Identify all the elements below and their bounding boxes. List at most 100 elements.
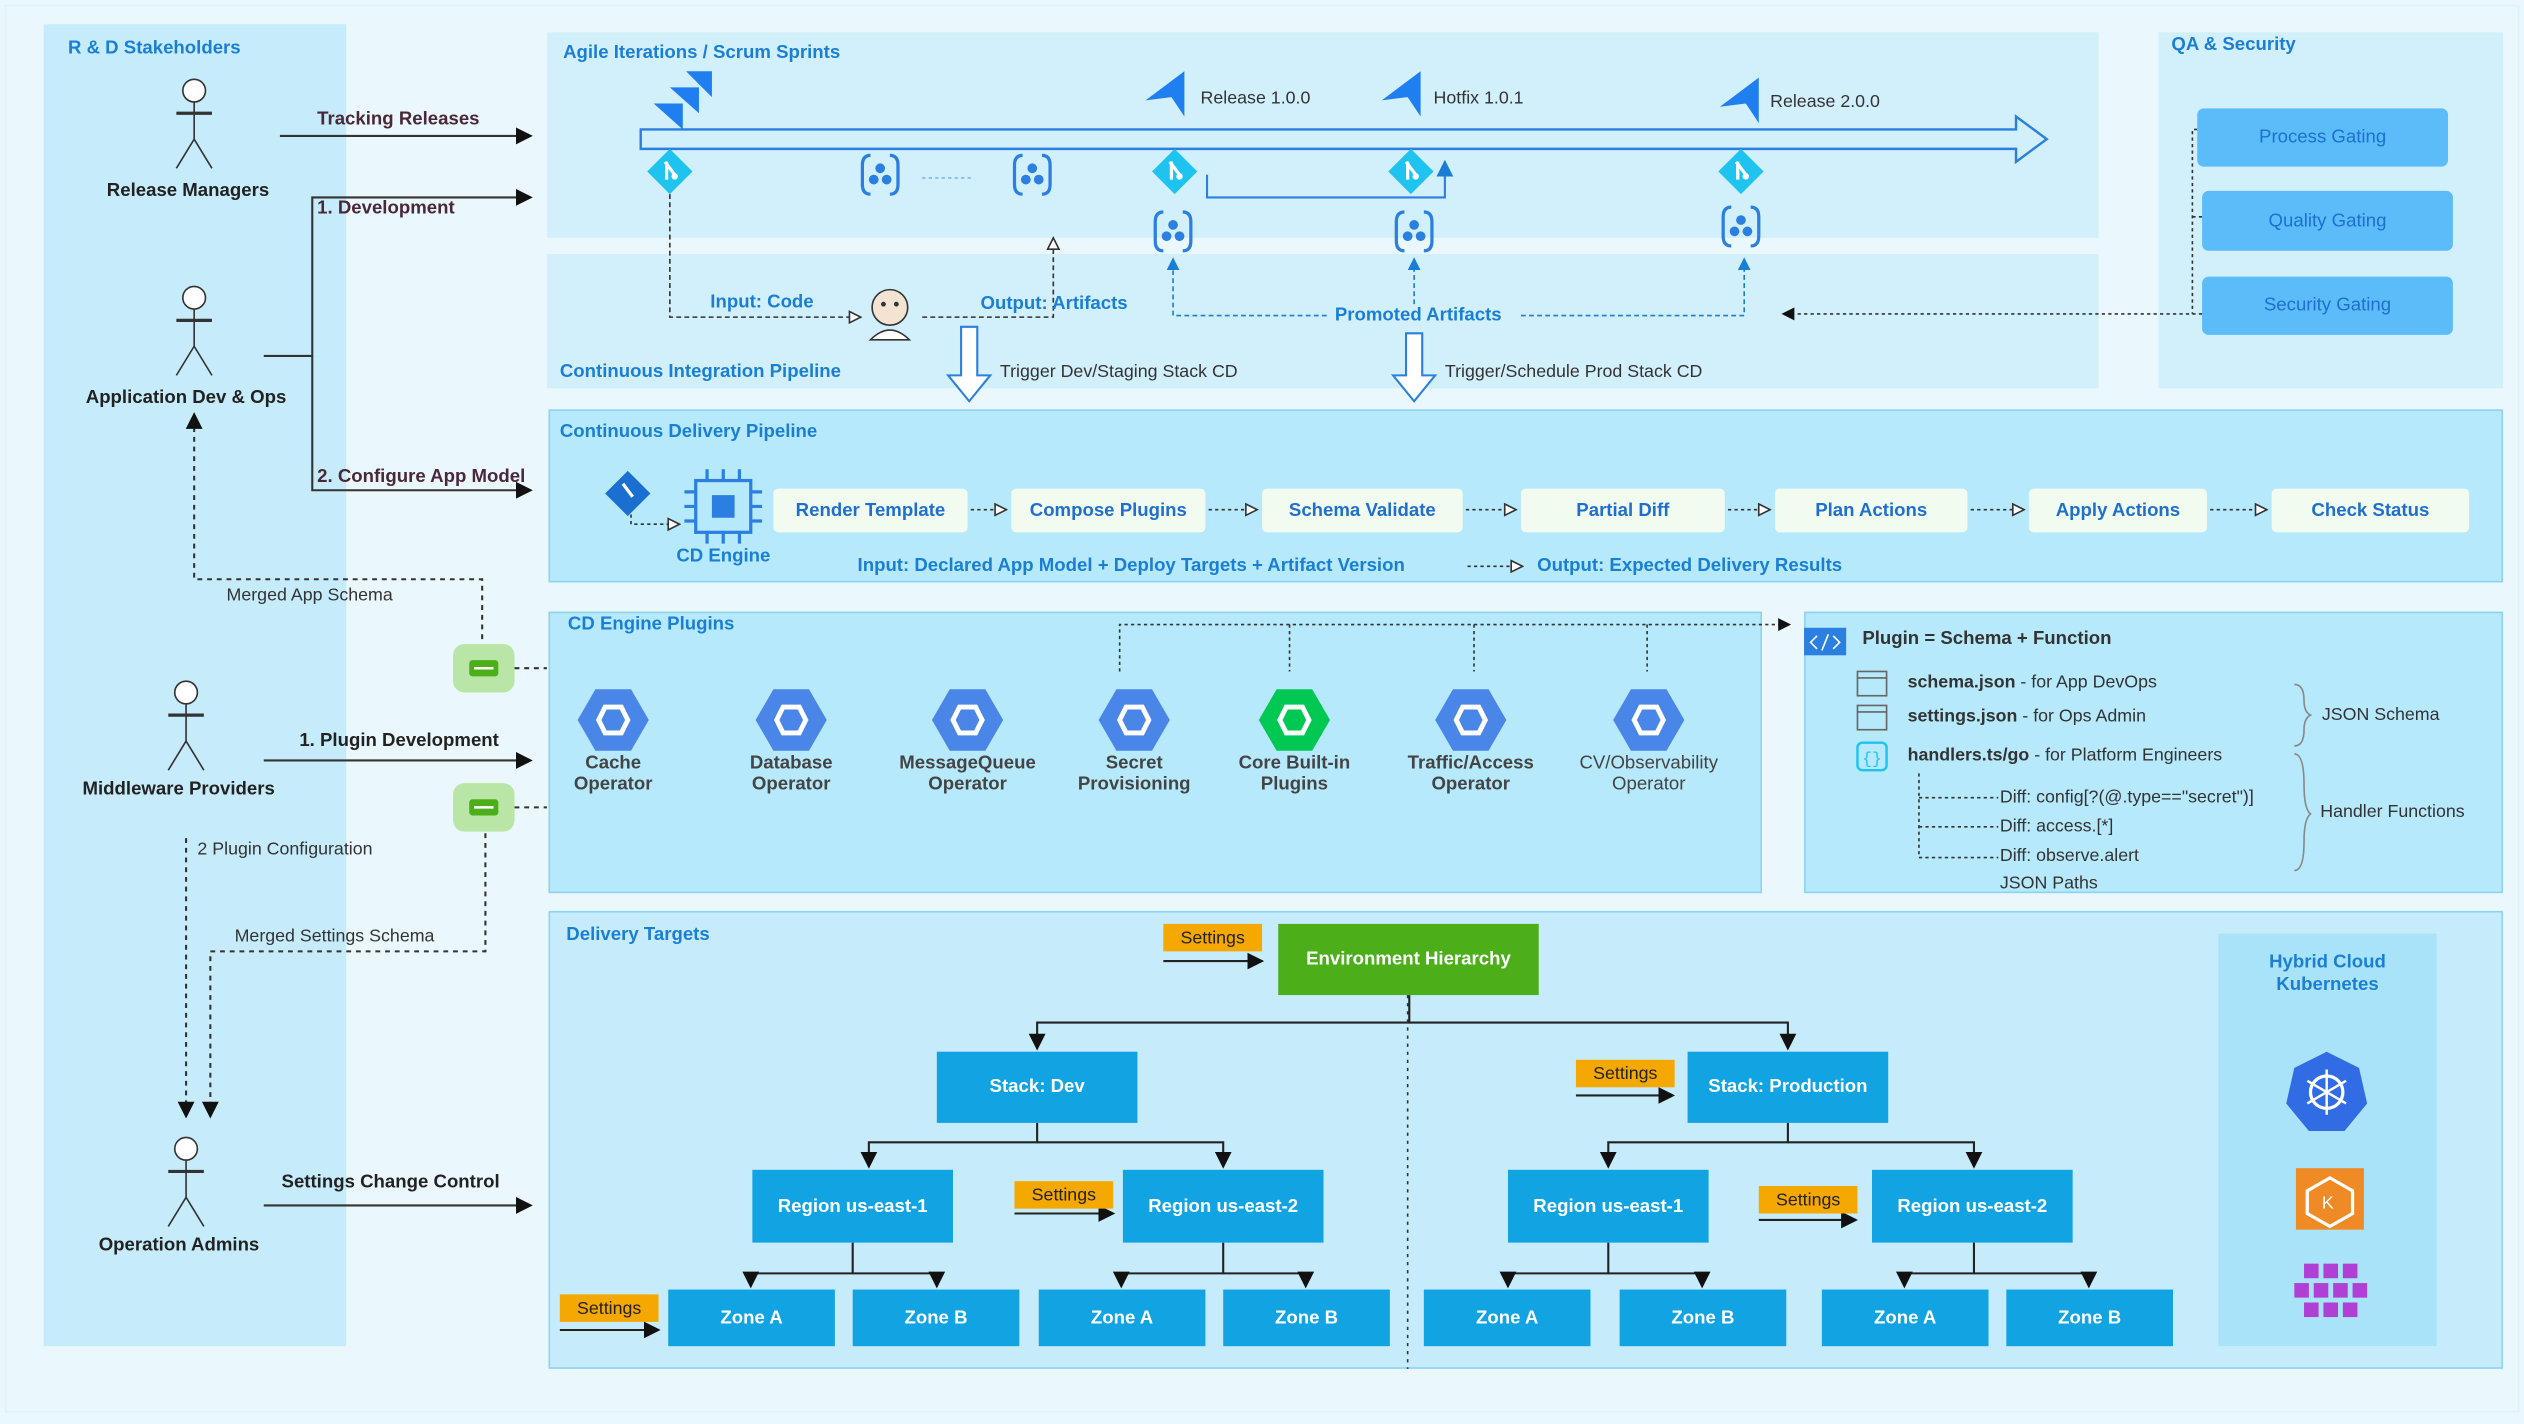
- plugin-mq-operator[interactable]: MessageQueue Operator: [879, 754, 1057, 796]
- region-box[interactable]: Region us-east-1: [752, 1169, 954, 1243]
- trigger-dev-label: Trigger Dev/Staging Stack CD: [999, 362, 1238, 382]
- ci-output-label: Output: Artifacts: [980, 294, 1128, 314]
- actor-label: Release Managers: [106, 181, 270, 201]
- settings-tag[interactable]: Settings: [1014, 1181, 1114, 1209]
- file-entry: settings.json - for Ops Admin: [1908, 707, 2146, 726]
- zone-box[interactable]: Zone A: [668, 1289, 835, 1347]
- flow-label: Merged Settings Schema: [234, 927, 435, 947]
- artifact-icon: [1721, 205, 1761, 248]
- flow-label: 1. Plugin Development: [299, 731, 499, 751]
- git-icon: [1386, 147, 1436, 196]
- json-schema-label: JSON Schema: [2321, 705, 2440, 725]
- plugin-name: Traffic/Access: [1407, 753, 1534, 774]
- release-label: Hotfix 1.0.1: [1433, 88, 1524, 109]
- settings-schema-icon: [451, 781, 516, 833]
- settings-tag[interactable]: Settings: [1758, 1185, 1858, 1214]
- stack-production-box[interactable]: Stack: Production: [1687, 1051, 1889, 1123]
- database-operator-icon: [756, 689, 827, 750]
- plugin-cache-operator[interactable]: Cache Operator: [524, 754, 702, 796]
- cloud-title: Hybrid Cloud Kubernetes: [2269, 953, 2386, 996]
- cd-input-label: Input: Declared App Model + Deploy Targe…: [857, 556, 1405, 577]
- step-compose-plugins[interactable]: Compose Plugins: [1011, 488, 1206, 533]
- cd-git-icon: [605, 470, 651, 517]
- actor-app-devops-icon: [174, 284, 214, 377]
- flow-label: Tracking Releases: [317, 110, 480, 130]
- plugin-name: Core Built-in: [1238, 753, 1351, 774]
- settings-tag[interactable]: Settings: [559, 1294, 659, 1322]
- json-paths-label: JSON Paths: [1999, 873, 2098, 894]
- zone-box[interactable]: Zone B: [1223, 1289, 1390, 1347]
- git-icon: [645, 147, 695, 196]
- secret-provisioning-icon: [1099, 689, 1170, 750]
- region-box[interactable]: Region us-east-2: [1872, 1169, 2073, 1243]
- core-plugins-icon: [1258, 689, 1330, 751]
- process-gating-button[interactable]: Process Gating: [2197, 108, 2449, 167]
- kubesphere-icon: K: [2295, 1168, 2364, 1230]
- git-icon: [1716, 147, 1766, 196]
- traffic-operator-icon: [1435, 689, 1506, 750]
- ci-input-label: Input: Code: [710, 292, 814, 313]
- plugin-observability-operator[interactable]: CV/Observability Operator: [1560, 754, 1738, 796]
- step-check-status[interactable]: Check Status: [2271, 488, 2470, 533]
- actor-label: Operation Admins: [98, 1236, 260, 1256]
- trigger-prod-arrow: [1390, 332, 1438, 403]
- plugin-secret-provisioning[interactable]: Secret Provisioning: [1045, 754, 1223, 796]
- cd-output-label: Output: Expected Delivery Results: [1537, 556, 1843, 577]
- diff-path: Diff: observe.alert: [1999, 846, 2140, 866]
- stakeholders-title: R & D Stakeholders: [67, 38, 241, 59]
- plugin-schema-icon: [451, 642, 516, 694]
- step-apply-actions[interactable]: Apply Actions: [2028, 488, 2207, 533]
- file-entry: schema.json - for App DevOps: [1908, 673, 2157, 692]
- diff-path: Diff: access.[*]: [1999, 817, 2114, 837]
- settings-tag[interactable]: Settings: [1163, 923, 1263, 952]
- release-icon: [1719, 77, 1759, 123]
- plugin-traffic-operator[interactable]: Traffic/Access Operator: [1382, 754, 1560, 796]
- json-file-icon: [1856, 670, 1888, 731]
- region-box[interactable]: Region us-east-1: [1507, 1169, 1709, 1243]
- zone-box[interactable]: Zone A: [1038, 1289, 1206, 1347]
- svg-text:{}: {}: [1862, 751, 1881, 769]
- release-icon: [1145, 71, 1185, 117]
- actor-release-managers-icon: [174, 77, 214, 170]
- flow-label: Settings Change Control: [281, 1173, 500, 1193]
- step-render-template[interactable]: Render Template: [773, 488, 968, 533]
- artifact-icon: [860, 153, 900, 196]
- plugin-type: Provisioning: [1077, 775, 1191, 795]
- environment-hierarchy-box[interactable]: Environment Hierarchy: [1278, 923, 1539, 996]
- zone-box[interactable]: Zone B: [2006, 1289, 2173, 1347]
- zone-box[interactable]: Zone A: [1821, 1289, 1989, 1347]
- plugin-core-builtin[interactable]: Core Built-in Plugins: [1205, 754, 1383, 796]
- step-schema-validate[interactable]: Schema Validate: [1262, 488, 1463, 533]
- observability-operator-icon: [1613, 689, 1684, 750]
- zone-box[interactable]: Zone B: [852, 1289, 1020, 1347]
- plugin-database-operator[interactable]: Database Operator: [702, 754, 880, 796]
- cd-engine-chip-icon: [684, 469, 763, 544]
- qa-title: QA & Security: [2171, 35, 2296, 56]
- kubernetes-icon: [2286, 1051, 2368, 1131]
- targets-title: Delivery Targets: [566, 925, 710, 945]
- file-name: schema.json: [1907, 673, 2016, 693]
- plugin-type: Operator: [751, 775, 831, 795]
- ci-title: Continuous Integration Pipeline: [559, 362, 842, 382]
- architecture-diagram: {} K R & D Stakeholders Release Managers…: [0, 0, 2524, 1417]
- settings-tag[interactable]: Settings: [1575, 1059, 1675, 1088]
- actor-ops-admin-icon: [166, 1135, 206, 1229]
- security-gating-button[interactable]: Security Gating: [2202, 276, 2453, 335]
- plugin-type: Operator: [573, 775, 653, 795]
- quality-gating-button[interactable]: Quality Gating: [2202, 190, 2453, 251]
- flow-label: Merged App Schema: [226, 585, 393, 606]
- cluster-icon: [2294, 1263, 2368, 1318]
- zone-box[interactable]: Zone A: [1423, 1289, 1591, 1347]
- promoted-artifacts-label: Promoted Artifacts: [1334, 305, 1502, 326]
- stack-dev-box[interactable]: Stack: Dev: [936, 1051, 1138, 1123]
- region-box[interactable]: Region us-east-2: [1122, 1169, 1324, 1243]
- zone-box[interactable]: Zone B: [1619, 1289, 1787, 1347]
- flow-label: 2. Configure App Model: [317, 467, 526, 488]
- plugin-name: CV/Observability: [1579, 753, 1719, 774]
- plugin-type: Plugins: [1260, 775, 1328, 795]
- step-plan-actions[interactable]: Plan Actions: [1774, 488, 1968, 533]
- artifact-icon: [1394, 210, 1434, 253]
- plugin-def-title: Plugin = Schema + Function: [1862, 629, 2112, 649]
- step-partial-diff[interactable]: Partial Diff: [1520, 488, 1725, 533]
- flow-label: 1. Development: [317, 199, 455, 219]
